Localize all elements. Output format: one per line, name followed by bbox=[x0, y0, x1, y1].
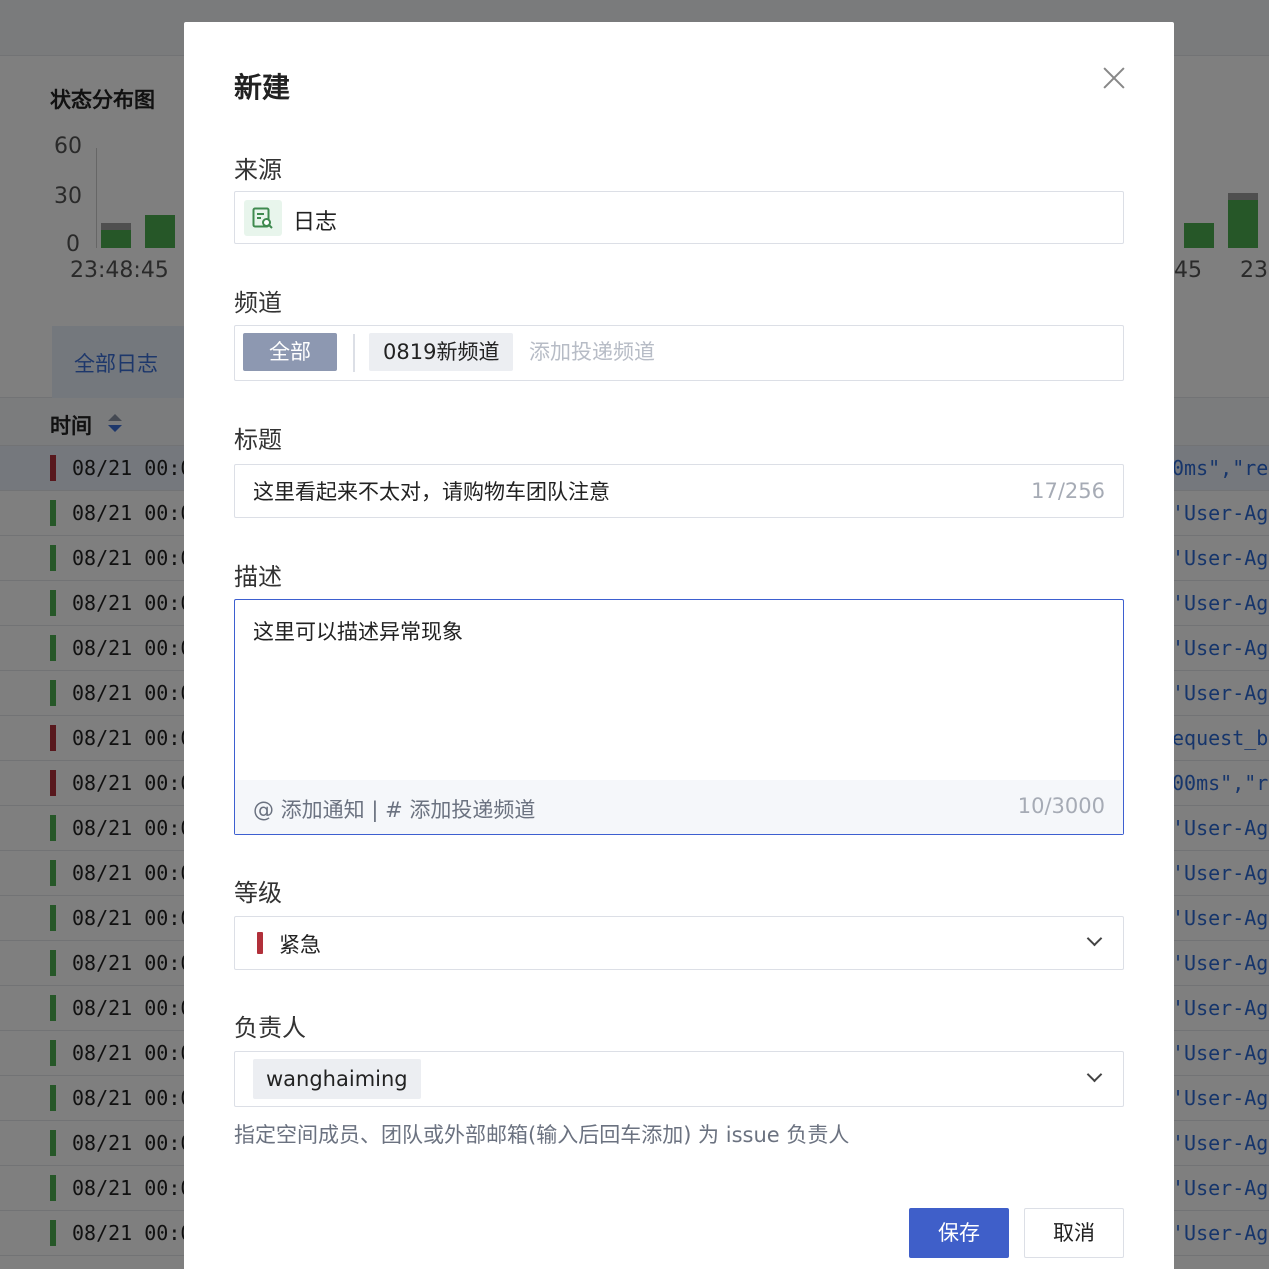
dialog-title: 新建 bbox=[234, 71, 291, 104]
assignee-hint: 指定空间成员、团队或外部邮箱(输入后回车添加) 为 issue 负责人 bbox=[234, 1123, 850, 1147]
cancel-button[interactable]: 取消 bbox=[1024, 1208, 1124, 1258]
source-label: 来源 bbox=[234, 156, 282, 184]
title-label: 标题 bbox=[234, 426, 282, 454]
channel-field[interactable]: 全部 0819新频道 bbox=[234, 325, 1124, 381]
source-value: 日志 bbox=[293, 210, 338, 235]
channel-input[interactable] bbox=[529, 333, 1089, 371]
description-helper[interactable]: @ 添加通知 | # 添加投递频道 bbox=[253, 794, 535, 824]
channel-tag[interactable]: 0819新频道 bbox=[369, 333, 514, 371]
close-icon[interactable] bbox=[1098, 62, 1130, 94]
level-label: 等级 bbox=[234, 879, 282, 907]
level-color-indicator bbox=[257, 932, 263, 954]
level-select[interactable]: 紧急 bbox=[234, 916, 1124, 970]
title-input[interactable] bbox=[253, 475, 1013, 507]
source-field: 日志 bbox=[234, 191, 1124, 244]
title-field: 17/256 bbox=[234, 464, 1124, 518]
description-char-counter: 10/3000 bbox=[1017, 794, 1105, 818]
description-footer: @ 添加通知 | # 添加投递频道 10/3000 bbox=[235, 780, 1123, 834]
level-value: 紧急 bbox=[279, 933, 321, 957]
channel-tag-all[interactable]: 全部 bbox=[243, 333, 337, 371]
title-char-counter: 17/256 bbox=[1031, 479, 1105, 503]
description-label: 描述 bbox=[234, 563, 282, 591]
create-issue-dialog: 新建 来源 日志 频道 全部 0819新频道 标题 17/256 描述 这里可以… bbox=[184, 22, 1174, 1269]
chevron-down-icon[interactable] bbox=[1087, 1069, 1101, 1083]
log-search-icon bbox=[244, 200, 282, 236]
assignee-select[interactable]: wanghaiming bbox=[234, 1051, 1124, 1107]
description-textarea[interactable]: 这里可以描述异常现象 bbox=[253, 616, 1103, 766]
channel-divider bbox=[353, 334, 355, 372]
assignee-tag[interactable]: wanghaiming bbox=[253, 1059, 421, 1099]
assignee-label: 负责人 bbox=[234, 1014, 306, 1042]
description-field: 这里可以描述异常现象 @ 添加通知 | # 添加投递频道 10/3000 bbox=[234, 599, 1124, 835]
chevron-down-icon[interactable] bbox=[1087, 933, 1101, 947]
save-button[interactable]: 保存 bbox=[909, 1208, 1009, 1258]
channel-label: 频道 bbox=[234, 289, 282, 317]
